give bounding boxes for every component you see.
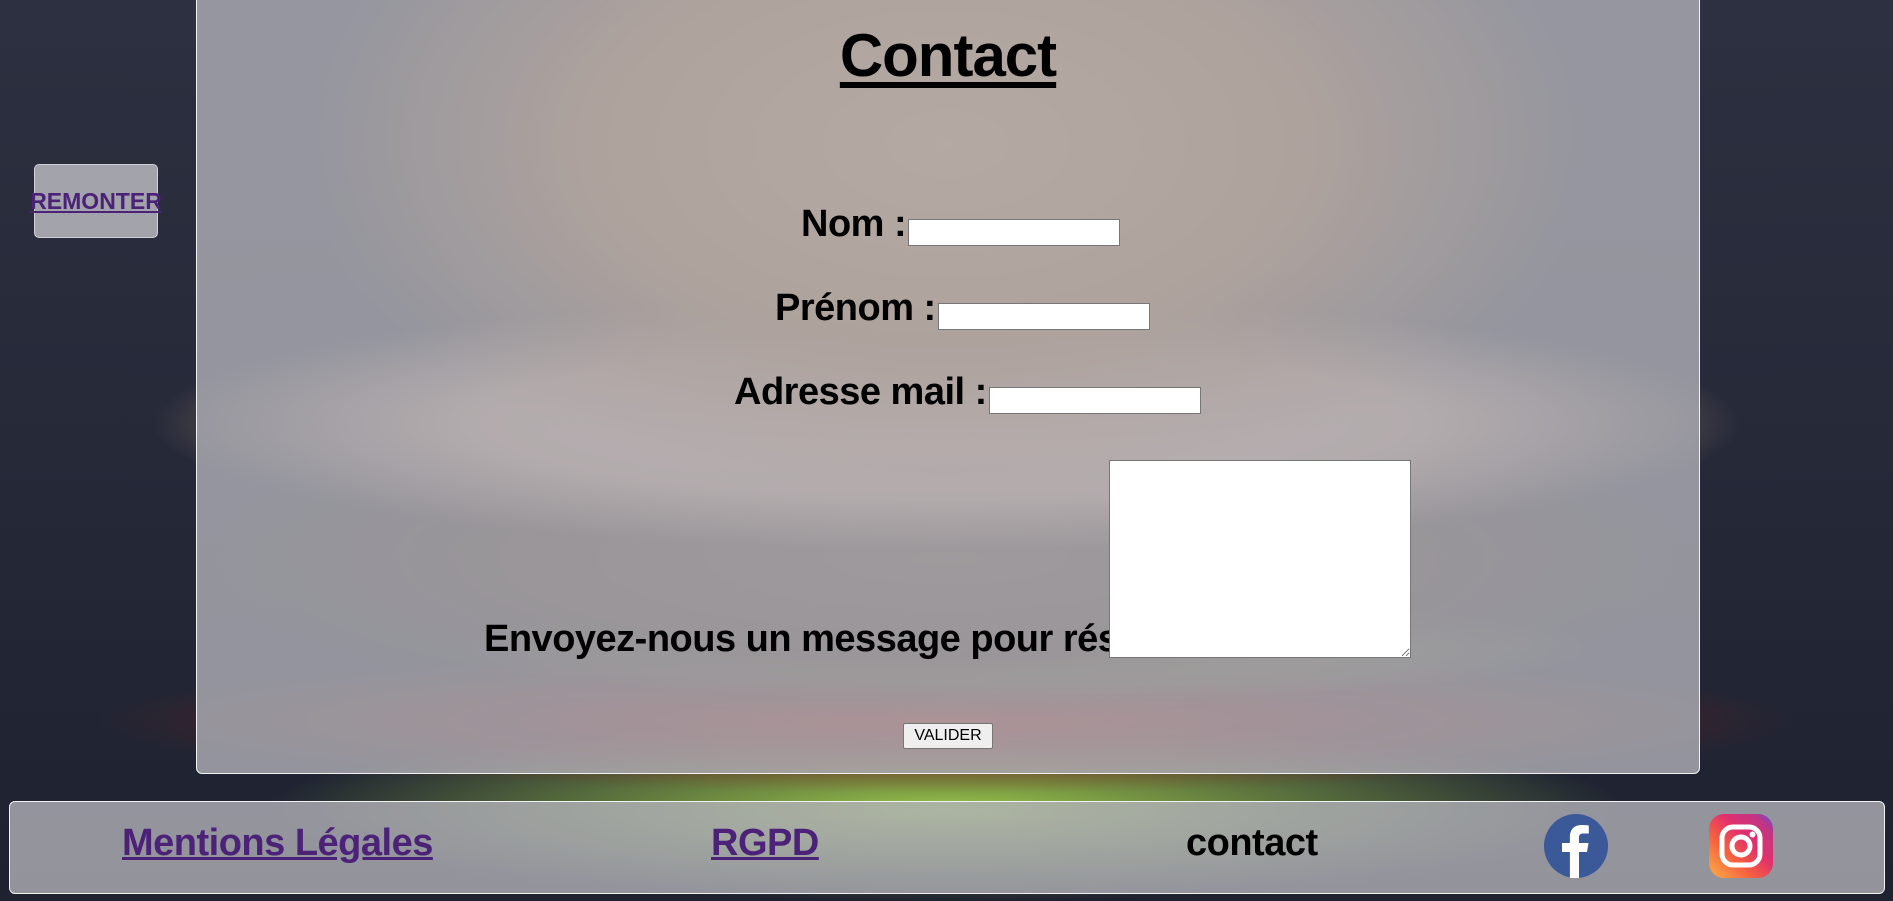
message-textarea[interactable] (1109, 460, 1411, 658)
back-to-top-box: REMONTER (30, 164, 162, 238)
nom-input[interactable] (908, 219, 1121, 246)
instagram-icon (1709, 814, 1773, 878)
back-to-top-link[interactable]: REMONTER (30, 188, 162, 215)
prenom-input[interactable] (937, 303, 1150, 330)
rgpd-link[interactable]: RGPD (711, 822, 819, 865)
nom-label: Nom : (801, 203, 907, 245)
footer: Mentions Légales RGPD contact (9, 801, 1885, 894)
facebook-link[interactable] (1544, 814, 1608, 878)
page-title: Contact (839, 22, 1057, 89)
email-input[interactable] (988, 387, 1201, 414)
email-label: Adresse mail : (734, 371, 987, 413)
submit-button[interactable]: VALIDER (903, 723, 993, 749)
prenom-row: Prénom : (775, 287, 1150, 330)
contact-link[interactable]: contact (1186, 822, 1318, 865)
instagram-link[interactable] (1709, 814, 1773, 878)
message-label: Envoyez-nous un message pour réserver (484, 618, 1209, 660)
nom-row: Nom : (801, 203, 1121, 246)
prenom-label: Prénom : (775, 287, 936, 329)
facebook-icon (1544, 814, 1608, 878)
email-row: Adresse mail : (734, 371, 1201, 414)
legal-notice-link[interactable]: Mentions Légales (122, 822, 433, 865)
